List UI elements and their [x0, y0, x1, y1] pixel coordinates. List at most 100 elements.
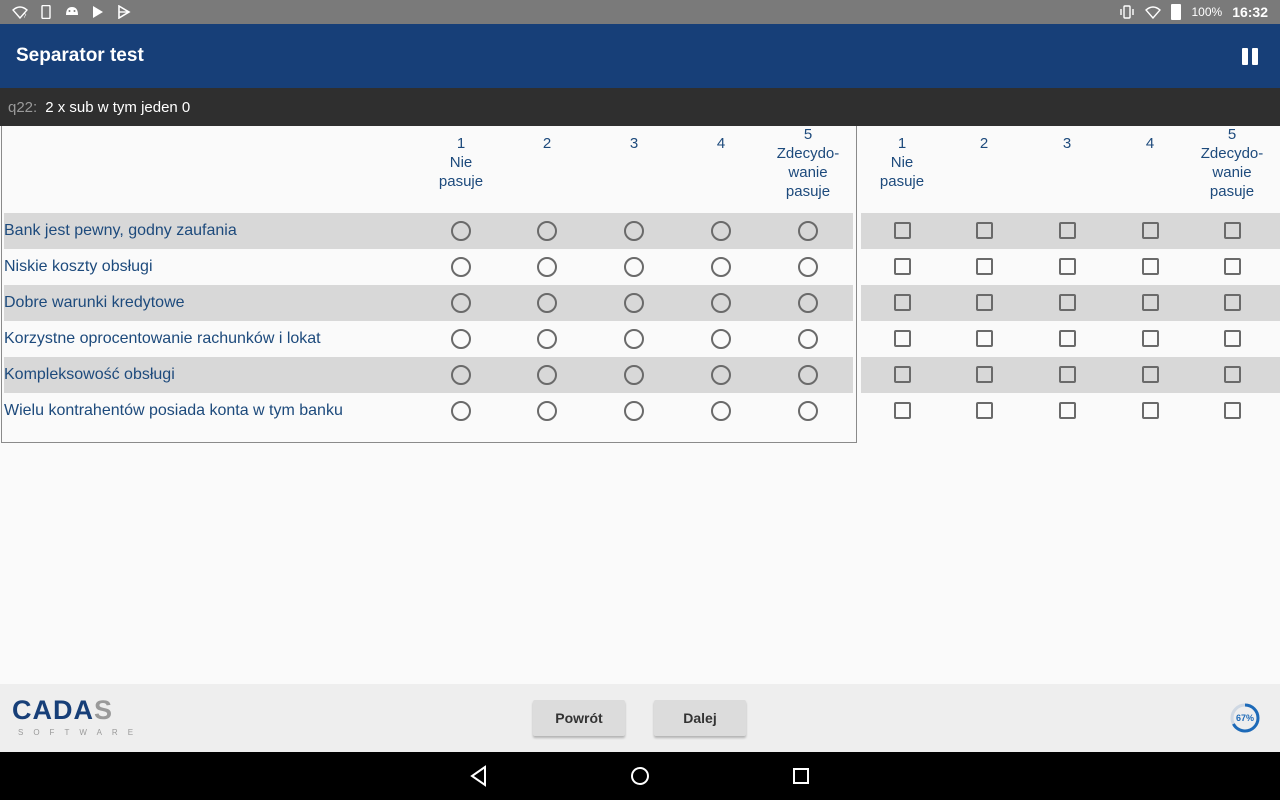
recents-nav-icon[interactable] — [789, 764, 813, 788]
logo-sub: SOFTWARE — [18, 728, 144, 737]
radio-button[interactable] — [711, 329, 731, 349]
checkbox[interactable] — [976, 294, 993, 311]
checkbox[interactable] — [1142, 402, 1159, 419]
back-nav-icon[interactable] — [467, 764, 491, 788]
checkbox[interactable] — [894, 366, 911, 383]
question-grid: 1 Nie pasuje 2 3 4 5 Zdecydo-wanie pasuje 1 Nie … — [0, 126, 1280, 444]
row-label: Dobre warunki kredytowe — [4, 294, 185, 311]
checkbox[interactable] — [976, 330, 993, 347]
radio-button[interactable] — [624, 257, 644, 277]
column-header-group1-1: 1 Nie pasuje — [416, 134, 506, 191]
column-number: 4 — [1145, 135, 1155, 152]
radio-button[interactable] — [624, 365, 644, 385]
radio-button[interactable] — [798, 401, 818, 421]
checkbox[interactable] — [1142, 330, 1159, 347]
checkbox[interactable] — [976, 258, 993, 275]
radio-button[interactable] — [711, 221, 731, 241]
next-button[interactable]: Dalej — [654, 700, 746, 736]
radio-button[interactable] — [537, 365, 557, 385]
column-number: 1 — [897, 135, 907, 152]
table-row: Dobre warunki kredytowe — [4, 285, 1280, 321]
radio-button[interactable] — [624, 293, 644, 313]
clock: 16:32 — [1232, 4, 1268, 20]
radio-button[interactable] — [537, 329, 557, 349]
progress-text: 67% — [1235, 713, 1254, 723]
checkbox[interactable] — [1224, 330, 1241, 347]
radio-button[interactable] — [798, 329, 818, 349]
checkbox[interactable] — [1059, 222, 1076, 239]
question-bar: q22: 2 x sub w tym jeden 0 — [0, 88, 1280, 126]
radio-button[interactable] — [451, 257, 471, 277]
radio-button[interactable] — [711, 365, 731, 385]
column-header-group2-5: 5 Zdecydo-wanie pasuje — [1187, 125, 1277, 201]
pause-icon — [1242, 47, 1248, 65]
radio-button[interactable] — [624, 329, 644, 349]
checkbox[interactable] — [1142, 294, 1159, 311]
row-label: Wielu kontrahentów posiada konta w tym b… — [4, 402, 343, 419]
back-button[interactable]: Powrót — [533, 700, 625, 736]
play-protect-icon — [118, 5, 131, 19]
radio-button[interactable] — [798, 257, 818, 277]
logo-main: CADAS — [12, 696, 143, 724]
checkbox[interactable] — [976, 366, 993, 383]
radio-button[interactable] — [537, 401, 557, 421]
checkbox[interactable] — [1224, 402, 1241, 419]
table-row: Niskie koszty obsługi — [4, 249, 1280, 285]
column-header-group2-1: 1 Nie pasuje — [857, 134, 947, 191]
column-header-group1-4: 4 — [676, 134, 766, 153]
checkbox[interactable] — [1224, 258, 1241, 275]
table-row: Wielu kontrahentów posiada konta w tym b… — [4, 393, 1280, 429]
checkbox[interactable] — [1142, 366, 1159, 383]
column-number: 1 — [456, 135, 466, 152]
column-number: 4 — [716, 135, 726, 152]
checkbox[interactable] — [894, 330, 911, 347]
cadas-logo: CADAS SOFTWARE — [12, 696, 143, 737]
progress-indicator: 67% — [1229, 702, 1261, 734]
pause-button[interactable] — [1236, 42, 1264, 70]
status-left-icons: ? — [12, 5, 132, 19]
row-label: Kompleksowość obsługi — [4, 366, 175, 383]
checkbox[interactable] — [1059, 330, 1076, 347]
radio-button[interactable] — [451, 329, 471, 349]
checkbox[interactable] — [1059, 366, 1076, 383]
checkbox[interactable] — [894, 222, 911, 239]
battery-icon — [1171, 4, 1182, 20]
radio-button[interactable] — [798, 221, 818, 241]
column-label: Zdecydo-wanie pasuje — [1200, 145, 1264, 200]
row-label: Bank jest pewny, godny zaufania — [4, 222, 237, 239]
checkbox[interactable] — [1059, 402, 1076, 419]
radio-button[interactable] — [798, 365, 818, 385]
checkbox[interactable] — [1059, 258, 1076, 275]
checkbox[interactable] — [1224, 222, 1241, 239]
radio-button[interactable] — [537, 221, 557, 241]
radio-button[interactable] — [451, 221, 471, 241]
radio-button[interactable] — [624, 401, 644, 421]
checkbox[interactable] — [894, 258, 911, 275]
radio-button[interactable] — [451, 293, 471, 313]
bottom-bar: CADAS SOFTWARE Powrót Dalej 67% — [0, 684, 1280, 752]
radio-button[interactable] — [451, 401, 471, 421]
column-header-group1-3: 3 — [589, 134, 679, 153]
checkbox[interactable] — [894, 402, 911, 419]
checkbox[interactable] — [1142, 258, 1159, 275]
checkbox[interactable] — [1224, 294, 1241, 311]
checkbox[interactable] — [1224, 366, 1241, 383]
checkbox[interactable] — [976, 402, 993, 419]
radio-button[interactable] — [537, 257, 557, 277]
play-store-icon — [93, 6, 103, 18]
radio-button[interactable] — [798, 293, 818, 313]
radio-button[interactable] — [711, 257, 731, 277]
radio-button[interactable] — [711, 401, 731, 421]
app-bar: Separator test — [0, 24, 1280, 88]
checkbox[interactable] — [1059, 294, 1076, 311]
checkbox[interactable] — [1142, 222, 1159, 239]
radio-button[interactable] — [537, 293, 557, 313]
checkbox[interactable] — [894, 294, 911, 311]
radio-button[interactable] — [711, 293, 731, 313]
radio-button[interactable] — [451, 365, 471, 385]
android-icon — [66, 7, 78, 15]
home-nav-icon[interactable] — [628, 764, 652, 788]
row-label: Korzystne oprocentowanie rachunków i lok… — [4, 330, 321, 347]
checkbox[interactable] — [976, 222, 993, 239]
radio-button[interactable] — [624, 221, 644, 241]
